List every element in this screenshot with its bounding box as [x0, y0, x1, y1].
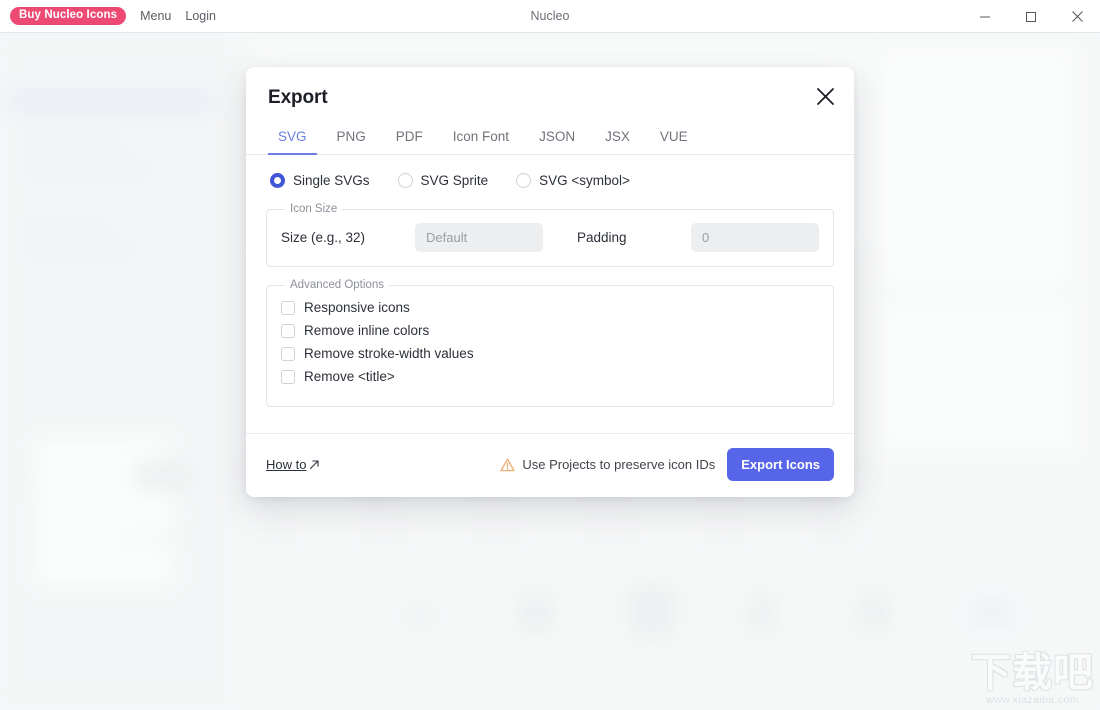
export-format-tabs: SVG PNG PDF Icon Font JSON JSX VUE [246, 123, 854, 155]
tab-png[interactable]: PNG [327, 123, 376, 155]
checkbox-label: Remove <title> [304, 369, 395, 384]
dialog-header: Export [246, 67, 854, 109]
buy-nucleo-icons-button[interactable]: Buy Nucleo Icons [10, 6, 127, 26]
radio-selected-icon [270, 173, 285, 188]
dialog-title: Export [268, 87, 328, 108]
checkbox-remove-stroke-width-values[interactable]: Remove stroke-width values [281, 346, 819, 361]
tab-jsx[interactable]: JSX [595, 123, 640, 155]
export-icons-button[interactable]: Export Icons [727, 448, 834, 481]
checkbox-remove-title[interactable]: Remove <title> [281, 369, 819, 384]
icon-size-legend: Icon Size [290, 203, 338, 215]
radio-label: Single SVGs [293, 173, 370, 188]
app-window: Buy Nucleo Icons Menu Login Nucleo 下载吧 w… [0, 0, 1100, 710]
warning-text: Use Projects to preserve icon IDs [522, 457, 716, 472]
projects-warning: Use Projects to preserve icon IDs [500, 457, 715, 472]
maximize-button[interactable] [1008, 0, 1054, 33]
window-controls [962, 0, 1100, 33]
tab-pdf[interactable]: PDF [386, 123, 433, 155]
padding-input[interactable] [691, 223, 819, 252]
tab-icon-font[interactable]: Icon Font [443, 123, 519, 155]
radio-svg-sprite[interactable]: SVG Sprite [397, 173, 489, 188]
external-link-arrow-icon [310, 460, 320, 470]
tab-vue[interactable]: VUE [650, 123, 698, 155]
icon-size-section: Icon Size Size (e.g., 32) Padding [266, 203, 834, 267]
size-input[interactable] [415, 223, 543, 252]
close-icon [1071, 11, 1083, 22]
tab-json[interactable]: JSON [529, 123, 585, 155]
checkbox-unchecked-icon [281, 300, 295, 315]
radio-label: SVG <symbol> [539, 173, 630, 188]
radio-label: SVG Sprite [420, 173, 489, 188]
dialog-close-button[interactable] [810, 81, 840, 111]
checkbox-unchecked-icon [281, 323, 295, 338]
maximize-icon [1026, 11, 1036, 22]
radio-unselected-icon [516, 173, 532, 188]
tab-svg[interactable]: SVG [268, 123, 317, 155]
advanced-options-legend: Advanced Options [290, 279, 384, 291]
minimize-icon [980, 16, 990, 17]
checkbox-label: Remove inline colors [304, 323, 430, 338]
close-button[interactable] [1054, 0, 1100, 33]
how-to-label: How to [266, 457, 307, 472]
watermark-logo-text: 下载吧 [971, 651, 1094, 695]
checkbox-label: Remove stroke-width values [304, 346, 474, 361]
radio-single-svgs[interactable]: Single SVGs [270, 173, 370, 188]
radio-unselected-icon [397, 173, 413, 188]
checkbox-remove-inline-colors[interactable]: Remove inline colors [281, 323, 819, 338]
advanced-options-section: Advanced Options Responsive icons Remove… [266, 279, 834, 407]
radio-svg-symbol[interactable]: SVG <symbol> [516, 173, 630, 188]
site-watermark: 下载吧 www.xiazaiba.com [971, 653, 1094, 706]
export-dialog: Export SVG PNG PDF Icon Font JSON JSX VU… [246, 67, 854, 497]
checkbox-unchecked-icon [281, 369, 295, 384]
dialog-footer: How to Use Projects to preserve icon IDs… [246, 433, 854, 497]
warning-triangle-icon [500, 458, 516, 471]
checkbox-responsive-icons[interactable]: Responsive icons [281, 300, 819, 315]
how-to-link[interactable]: How to [266, 457, 320, 472]
export-mode-radio-group: Single SVGs SVG Sprite SVG <symbol> [266, 173, 834, 188]
title-bar: Buy Nucleo Icons Menu Login Nucleo [0, 0, 1100, 33]
checkbox-unchecked-icon [281, 346, 295, 361]
login-button[interactable]: Login [185, 9, 216, 23]
dialog-body: Single SVGs SVG Sprite SVG <symbol> Icon… [246, 155, 854, 433]
close-icon [816, 87, 834, 105]
padding-label: Padding [577, 230, 627, 245]
minimize-button[interactable] [962, 0, 1008, 33]
menu-button[interactable]: Menu [140, 9, 171, 23]
watermark-url: www.xiazaiba.com [986, 694, 1079, 706]
size-label: Size (e.g., 32) [281, 230, 366, 245]
checkbox-label: Responsive icons [304, 300, 410, 315]
